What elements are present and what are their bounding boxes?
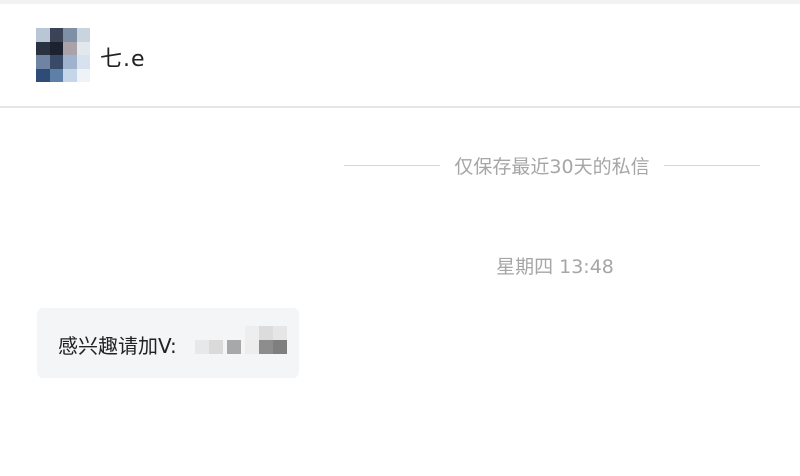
redacted-contact-mosaic xyxy=(195,326,287,358)
contact-name: 七.e xyxy=(100,47,146,72)
retention-notice: 仅保存最近30天的私信 xyxy=(344,150,760,180)
message-bubble[interactable]: 感兴趣请加V: xyxy=(37,308,299,378)
divider-line xyxy=(663,164,760,166)
divider-line xyxy=(344,164,441,166)
chat-header: 七.e xyxy=(0,4,800,108)
avatar[interactable] xyxy=(36,28,90,82)
message-timestamp: 星期四 13:48 xyxy=(496,256,614,278)
retention-notice-text: 仅保存最近30天的私信 xyxy=(454,155,650,178)
message-text: 感兴趣请加V: xyxy=(58,334,177,358)
